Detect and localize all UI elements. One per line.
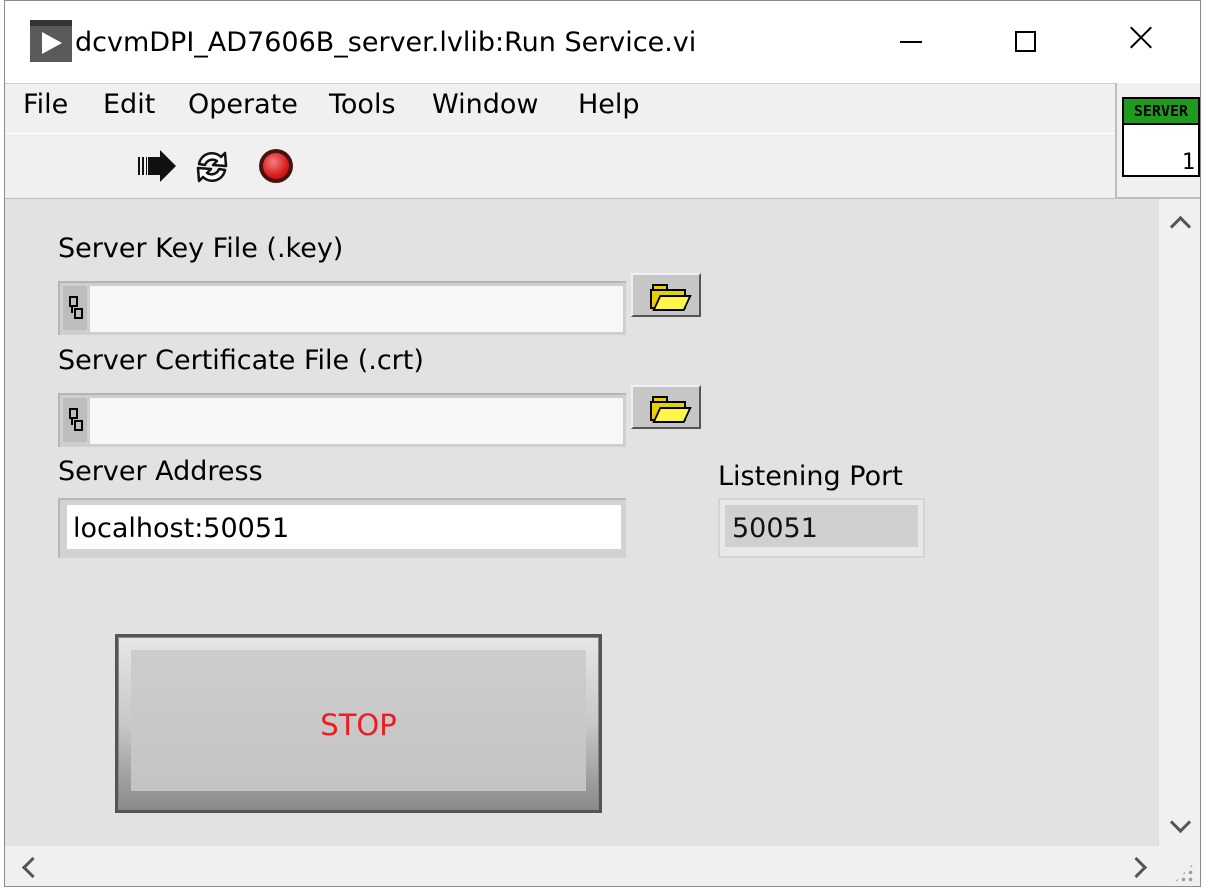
listening-port-indicator: 50051 [718, 498, 925, 558]
window-title: dcvmDPI_AD7606B_server.lvlib:Run Service… [75, 27, 697, 58]
server-address-label: Server Address [58, 456, 263, 487]
scroll-up-icon[interactable] [1169, 215, 1192, 238]
title-bar: dcvmDPI_AD7606B_server.lvlib:Run Service… [5, 1, 1200, 83]
connector-value: 1 [1181, 150, 1195, 175]
labview-vi-icon [30, 20, 72, 62]
cert-file-label: Server Certificate File (.crt) [58, 345, 424, 376]
scroll-right-icon[interactable] [1125, 856, 1148, 879]
server-address-control: localhost:50051 [58, 498, 626, 558]
menu-window[interactable]: Window [432, 89, 538, 120]
cert-file-input[interactable] [90, 398, 623, 444]
menu-file[interactable]: File [23, 89, 68, 120]
key-file-label: Server Key File (.key) [58, 233, 344, 264]
folder-icon [650, 284, 692, 311]
cert-file-path-control [58, 393, 626, 447]
vi-window: dcvmDPI_AD7606B_server.lvlib:Run Service… [4, 0, 1201, 887]
folder-icon [650, 396, 692, 423]
key-file-input[interactable] [90, 286, 623, 332]
stop-button[interactable]: STOP [115, 634, 602, 813]
cert-file-browse-button[interactable] [631, 385, 701, 429]
maximize-icon [1015, 31, 1036, 52]
minimize-button[interactable] [896, 23, 936, 63]
menu-tools[interactable]: Tools [329, 89, 396, 120]
menu-bar: File Edit Operate Tools Window Help [5, 83, 1115, 134]
run-icon[interactable] [136, 147, 178, 187]
key-file-path-control [58, 281, 626, 335]
path-icon [63, 286, 87, 330]
listening-port-label: Listening Port [718, 461, 903, 492]
maximize-button[interactable] [1014, 23, 1054, 63]
key-file-browse-button[interactable] [631, 273, 701, 317]
server-address-input[interactable]: localhost:50051 [67, 505, 621, 549]
menu-edit[interactable]: Edit [103, 89, 155, 120]
vertical-scrollbar[interactable] [1159, 199, 1200, 846]
minimize-icon [900, 41, 922, 43]
connector-pane: SERVER 1 [1115, 83, 1200, 199]
server-address-value: localhost:50051 [73, 513, 290, 544]
path-icon [63, 398, 87, 442]
listening-port-value: 50051 [732, 513, 818, 544]
resize-grip-icon[interactable] [1173, 862, 1195, 884]
scroll-left-icon[interactable] [21, 856, 44, 879]
run-continuously-icon[interactable] [191, 147, 233, 187]
toolbar [5, 133, 1115, 200]
vi-connector-icon: SERVER 1 [1122, 97, 1200, 177]
stop-button-label: STOP [320, 708, 397, 742]
abort-icon[interactable] [257, 147, 297, 187]
connector-label: SERVER [1124, 99, 1198, 125]
horizontal-scrollbar[interactable] [5, 846, 1200, 886]
menu-operate[interactable]: Operate [188, 89, 298, 120]
scroll-down-icon[interactable] [1169, 811, 1192, 834]
close-button[interactable] [1126, 23, 1166, 63]
menu-help[interactable]: Help [578, 89, 640, 120]
